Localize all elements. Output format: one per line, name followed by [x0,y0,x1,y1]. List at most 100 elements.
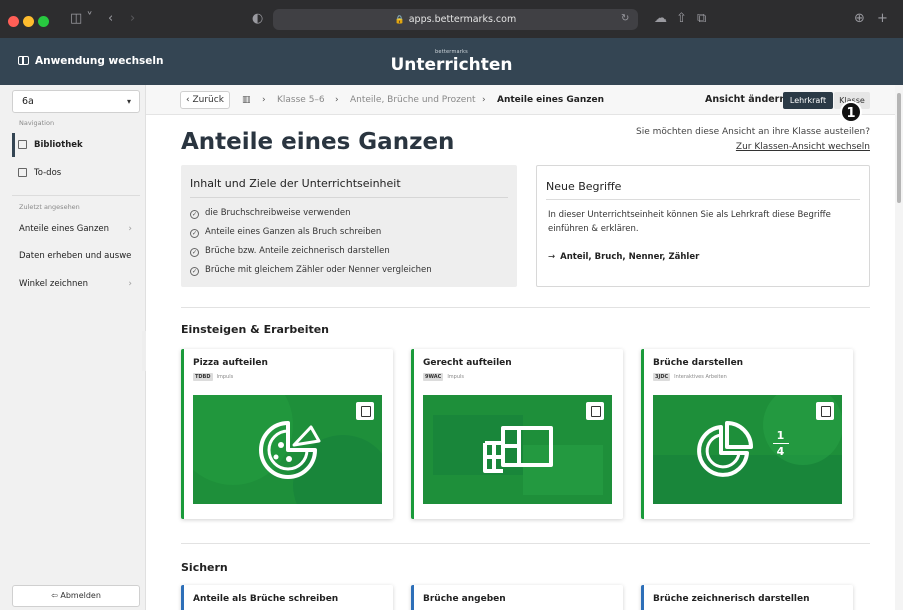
card-title: Pizza aufteilen [193,358,268,368]
url-text: apps.bettermarks.com [408,14,517,25]
sidebar-item-library[interactable]: Bibliothek [12,133,140,157]
main-content: ‹ Zurück ▥ › Klasse 5–6 › Anteile, Brüch… [146,85,895,610]
recent-item-label: Daten erheben und auswe... [19,251,132,261]
reload-icon[interactable]: ↻ [621,9,629,29]
card-image [423,395,612,504]
new-tab-icon[interactable]: + [877,9,888,29]
recent-item-anteile[interactable]: Anteile eines Ganzen › [19,222,132,236]
check-circle-icon: ✓ [190,248,199,257]
breadcrumb-separator: › [335,95,339,105]
goals-title: Inhalt und Ziele der Unterrichtseinheit [190,177,401,190]
view-teacher-button[interactable]: Lehrkraft [783,92,833,109]
page-title: Anteile eines Ganzen [181,129,455,155]
switch-view-question: Sie möchten diese Ansicht an ihre Klasse… [636,127,870,137]
back-arrow-icon[interactable]: ‹ [108,9,113,29]
sidebar-item-label: To-dos [34,168,62,178]
class-select-value: 6a [22,96,34,107]
card-meta: 9WAC Impuls [423,373,464,381]
pizza-icon [258,420,320,479]
terms-box: Neue Begriffe In dieser Unterrichtseinhe… [536,165,870,287]
activity-card-gerecht[interactable]: Gerecht aufteilen 9WAC Impuls [411,349,623,519]
maximize-window-button[interactable] [38,16,49,27]
check-circle-icon: ✓ [190,229,199,238]
breadcrumb-separator: › [262,95,266,105]
scrollbar[interactable] [895,85,903,610]
library-icon[interactable]: ▥ [242,85,251,115]
terms-description: In dieser Unterrichtseinheit können Sie … [548,210,831,234]
browser-toolbar: ◫ ˅ ‹ › ◐ 🔒 apps.bettermarks.com ↻ ☁ ⇧ ⧉ … [0,0,903,38]
activity-card-anteile-brueche[interactable]: Anteile als Brüche schreiben [181,585,393,610]
sidebar-toggle-icon[interactable]: ◫ ˅ [70,9,93,29]
view-toggle-label: Ansicht ändern [705,94,787,105]
card-title: Brüche angeben [423,594,506,604]
expand-icon[interactable] [356,402,374,420]
expand-icon[interactable] [586,402,604,420]
address-bar[interactable]: 🔒 apps.bettermarks.com ↻ [273,9,638,30]
arrow-right-icon: → [548,252,556,262]
sidebar-divider [12,195,140,196]
section-divider [181,543,870,544]
close-window-button[interactable] [8,16,19,27]
card-title: Brüche darstellen [653,358,744,368]
breadcrumb-current: Anteile eines Ganzen [497,95,604,105]
switch-view-link[interactable]: Zur Klassen-Ansicht wechseln [736,142,870,152]
activity-card-brueche-zeichnen[interactable]: Brüche zeichnerisch darstellen [641,585,853,610]
section-title-einsteigen: Einsteigen & Erarbeiten [181,323,330,336]
goals-box: Inhalt und Ziele der Unterrichtseinheit … [181,165,517,287]
step-badge: 1 [840,101,862,123]
shield-icon[interactable]: ◐ [252,9,263,29]
recent-item-label: Winkel zeichnen [19,279,88,289]
tabs-icon[interactable]: ⧉ [697,9,706,29]
chocolate-icon [482,425,553,473]
breadcrumb-separator: › [482,95,486,105]
goal-item: ✓ Brüche bzw. Anteile zeichnerisch darste… [190,246,390,257]
goal-item: ✓ Anteile eines Ganzen als Bruch schreibe… [190,227,382,238]
section-title-sichern: Sichern [181,561,228,574]
check-circle-icon: ✓ [190,210,199,219]
card-meta: TDBD Impuls [193,373,234,381]
share-icon[interactable]: ⇧ [676,9,687,29]
sidebar-item-todos[interactable]: To-dos [12,161,140,185]
back-button[interactable]: ‹ Zurück [180,91,230,109]
sidebar: 6a ▾ Navigation Bibliothek To-dos Zuletz… [0,85,146,610]
sidebar-item-label: Bibliothek [34,140,83,150]
check-circle-icon: ✓ [190,267,199,276]
logout-icon: ⇦ [51,591,61,600]
card-title: Brüche zeichnerisch darstellen [653,594,810,604]
chevron-right-icon: › [128,279,132,289]
card-meta: 3JDC Interaktives Arbeiten [653,373,727,381]
forward-arrow-icon[interactable]: › [130,9,135,29]
scrollbar-thumb[interactable] [897,93,901,203]
chevron-right-icon: › [128,224,132,234]
card-image: 1 4 [653,395,842,504]
card-title: Anteile als Brüche schreiben [193,594,339,604]
app-title: Unterrichten [390,55,513,75]
card-image [193,395,382,504]
download-icon[interactable]: ⊕ [854,9,865,29]
terms-title: Neue Begriffe [546,180,622,193]
activity-card-pizza[interactable]: Pizza aufteilen TDBD Impuls [181,349,393,519]
activity-card-brueche-angeben[interactable]: Brüche angeben [411,585,623,610]
library-icon [18,140,27,149]
class-select[interactable]: 6a ▾ [12,90,140,113]
recent-item-winkel[interactable]: Winkel zeichnen › [19,277,132,291]
recent-section-label: Zuletzt angesehen [19,203,80,211]
recent-item-label: Anteile eines Ganzen [19,224,110,234]
logout-button[interactable]: ⇦ Abmelden [12,585,140,607]
goal-item: ✓ Brüche mit gleichem Zähler oder Nenner … [190,265,432,276]
terms-list: → Anteil, Bruch, Nenner, Zähler [548,252,700,262]
lock-icon: 🔒 [394,15,405,24]
breadcrumb-item[interactable]: Klasse 5–6 [277,85,325,115]
section-divider [181,307,870,308]
activity-card-darstellen[interactable]: Brüche darstellen 3JDC Interaktives Arbei… [641,349,853,519]
breadcrumb-item[interactable]: Anteile, Brüche und Prozent [350,85,476,115]
cloud-icon[interactable]: ☁ [654,9,667,29]
recent-item-daten[interactable]: Daten erheben und auswe... [19,249,132,263]
goal-item: ✓ die Bruchschreibweise verwenden [190,208,351,219]
expand-icon[interactable] [816,402,834,420]
back-label: Zurück [192,95,224,105]
minimize-window-button[interactable] [23,16,34,27]
logout-label: Abmelden [60,591,101,600]
app-header: Anwendung wechseln bettermarks Unterrich… [0,38,903,85]
pie-chart-icon [696,420,753,477]
